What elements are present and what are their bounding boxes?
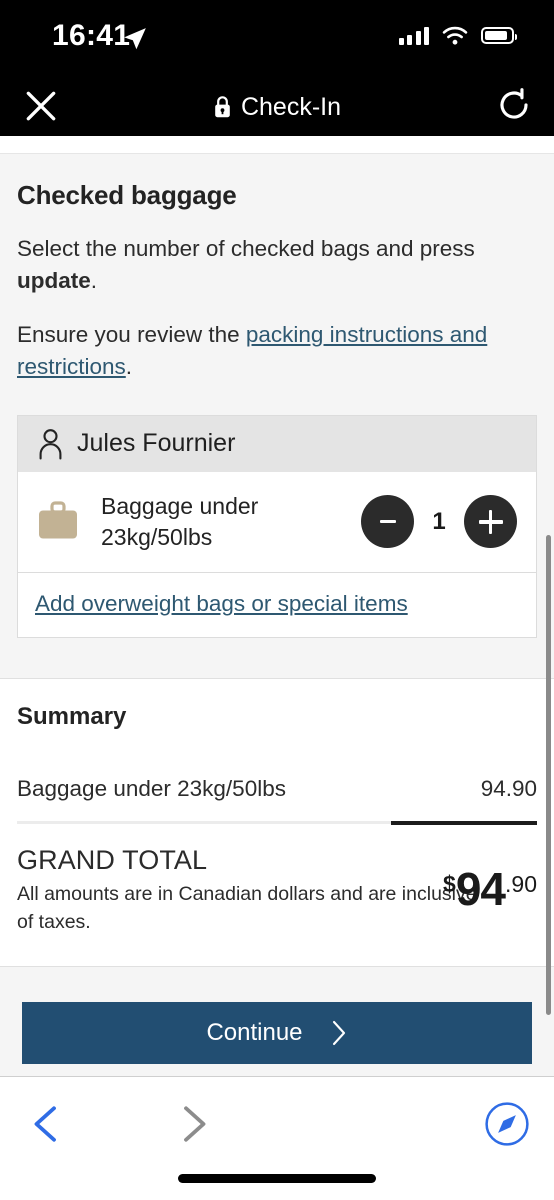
summary-section: Summary Baggage under 23kg/50lbs 94.90 G…: [0, 678, 554, 968]
person-icon: [39, 428, 62, 460]
summary-row-label: Baggage under 23kg/50lbs: [17, 775, 286, 801]
total-whole: 94: [455, 862, 506, 915]
home-indicator: [178, 1174, 376, 1183]
grand-total-note: All amounts are in Canadian dollars and …: [17, 882, 477, 934]
location-arrow-icon: [124, 28, 146, 50]
passenger-card-header: Jules Fournier: [18, 415, 536, 472]
battery-icon: [481, 27, 517, 44]
summary-divider: [17, 820, 537, 825]
continue-button[interactable]: Continue: [22, 1002, 532, 1065]
add-overweight-bags-link[interactable]: Add overweight bags or special items: [35, 591, 408, 616]
increment-button[interactable]: [464, 495, 517, 549]
page-title-text: Check-In: [240, 92, 342, 121]
summary-row: Baggage under 23kg/50lbs 94.90: [17, 776, 537, 802]
passenger-name: Jules Fournier: [77, 429, 236, 458]
plus-icon: [478, 509, 503, 534]
status-bar-indicators: [398, 26, 517, 45]
content-top-strip: [0, 136, 554, 154]
decrement-button[interactable]: [361, 495, 414, 549]
lock-icon: [215, 96, 230, 118]
summary-row-amount: 94.90: [480, 775, 537, 801]
phone-screen: 16:41 Check-In Checked baggage Select th…: [0, 0, 554, 1200]
minus-icon: [379, 520, 396, 524]
divider-light: [17, 821, 392, 825]
instruction-text: Select the number of checked bags and pr…: [17, 233, 537, 297]
browser-toolbar: [0, 1076, 554, 1200]
ensure-text: Ensure you review the packing instructio…: [17, 319, 537, 383]
chevron-right-icon-forward[interactable]: [172, 1103, 214, 1145]
baggage-label: Baggage under 23kg/50lbs: [101, 493, 259, 550]
total-cents: .90: [505, 870, 537, 897]
safari-compass-icon[interactable]: [484, 1101, 530, 1147]
chevron-left-icon[interactable]: [26, 1103, 68, 1145]
status-bar-time: 16:41: [52, 19, 131, 52]
divider-dark: [391, 820, 537, 825]
status-bar: 16:41: [0, 0, 554, 75]
section-heading: Checked baggage: [17, 180, 237, 210]
ensure-prefix: Ensure you review the: [17, 321, 246, 347]
page-title: Check-In: [0, 92, 554, 122]
baggage-quantity: 1: [432, 507, 446, 535]
checked-baggage-section: Checked baggage Select the number of che…: [0, 154, 554, 679]
web-content: Checked baggage Select the number of che…: [0, 136, 554, 1076]
special-items-row: Add overweight bags or special items: [18, 571, 536, 637]
passenger-baggage-card: Jules Fournier Baggage under 23kg/50lbs …: [17, 414, 537, 638]
summary-title: Summary: [17, 702, 127, 730]
reload-icon[interactable]: [496, 87, 532, 123]
vertical-scrollbar[interactable]: [546, 535, 551, 1015]
browser-nav-bar: Check-In: [0, 75, 554, 136]
wifi-icon: [442, 26, 468, 45]
instruction-prefix: Select the number of checked bags and pr…: [17, 236, 475, 261]
ensure-suffix: .: [125, 353, 133, 379]
grand-total-price: $ 94 .90: [443, 862, 537, 915]
chevron-right-icon: [332, 1021, 345, 1046]
quantity-stepper: 1: [361, 495, 517, 549]
instruction-suffix: .: [90, 267, 98, 293]
baggage-row: Baggage under 23kg/50lbs 1: [18, 471, 536, 572]
cellular-signal-icon: [398, 26, 429, 45]
cta-section: Continue: [0, 967, 554, 1076]
continue-label: Continue: [206, 1019, 303, 1047]
instruction-bold: update: [17, 267, 91, 293]
suitcase-icon: [39, 501, 77, 539]
currency-symbol: $: [443, 870, 456, 897]
grand-total-block: GRAND TOTAL All amounts are in Canadian …: [17, 845, 537, 937]
